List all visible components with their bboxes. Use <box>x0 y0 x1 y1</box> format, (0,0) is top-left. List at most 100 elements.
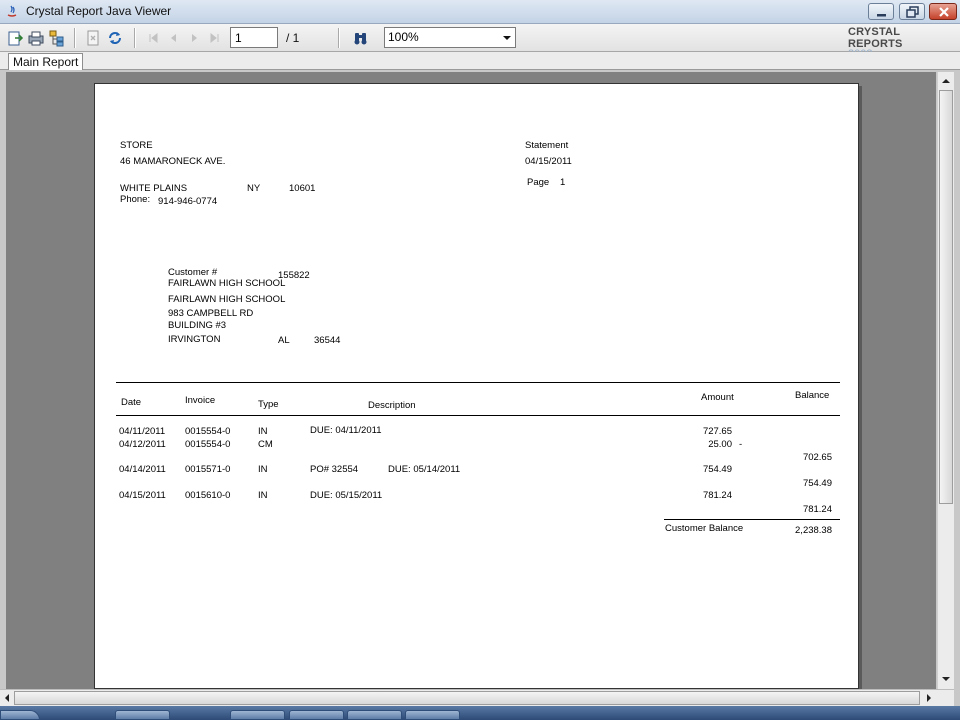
row-1-description: DUE: 04/11/2011 <box>310 425 382 436</box>
horizontal-scrollbar[interactable] <box>0 689 954 706</box>
table-header-rule <box>116 415 840 416</box>
scroll-left-icon[interactable] <box>0 691 14 705</box>
statement-title: Statement <box>525 140 569 151</box>
store-address: 46 MAMARONECK AVE. <box>120 156 226 167</box>
vertical-scroll-thumb[interactable] <box>939 90 953 504</box>
store-state: NY <box>247 183 261 194</box>
row-1-amount: 727.65 <box>702 426 732 437</box>
last-page-icon[interactable] <box>205 29 223 47</box>
close-button[interactable] <box>929 3 957 20</box>
customer-balance-total: 2,238.38 <box>795 525 832 536</box>
row-4-amount: 781.24 <box>702 490 732 501</box>
previous-page-icon[interactable] <box>165 29 183 47</box>
export-icon[interactable] <box>6 29 24 47</box>
close-view-icon[interactable] <box>84 29 102 47</box>
close-icon <box>939 7 949 17</box>
zoom-value: 100% <box>388 30 419 44</box>
binoculars-icon[interactable] <box>352 29 370 47</box>
customer-address-2: BUILDING #3 <box>168 320 227 331</box>
column-header-type: Type <box>258 399 279 410</box>
total-rule <box>664 519 840 520</box>
customer-name-secondary: FAIRLAWN HIGH SCHOOL <box>168 294 286 305</box>
java-icon <box>7 5 17 17</box>
row-2-amount: 25.00 <box>708 439 732 450</box>
taskbar-button[interactable] <box>115 710 170 720</box>
brand-name: CRYSTAL REPORTS <box>848 26 903 50</box>
toolbar-separator <box>338 28 340 48</box>
scroll-right-icon[interactable] <box>922 691 936 705</box>
chevron-down-icon <box>503 36 511 40</box>
scroll-up-icon[interactable] <box>939 74 953 88</box>
customer-zip: 36544 <box>314 335 341 346</box>
os-taskbar <box>0 706 960 720</box>
row-4-balance: 781.24 <box>802 504 832 515</box>
row-3-amount: 754.49 <box>702 464 732 475</box>
refresh-icon[interactable] <box>106 29 124 47</box>
taskbar-button[interactable] <box>405 710 460 720</box>
column-header-description: Description <box>368 400 416 411</box>
minimize-icon <box>877 14 886 17</box>
row-1-date: 04/11/2011 <box>119 426 166 437</box>
row-3-description: DUE: 05/14/2011 <box>388 464 461 475</box>
page-label: Page <box>527 177 550 188</box>
row-4-date: 04/15/2011 <box>119 490 166 501</box>
toolbar-separator <box>74 28 76 48</box>
row-1-type: IN <box>258 426 268 437</box>
row-3-date: 04/14/2011 <box>119 464 166 475</box>
store-phone: 914-946-0774 <box>158 196 218 207</box>
row-4-invoice: 0015610-0 <box>185 490 231 501</box>
toolbar-separator <box>134 28 136 48</box>
customer-number-label: Customer # <box>168 267 218 278</box>
customer-state: AL <box>278 335 290 346</box>
report-viewport[interactable]: STORE 46 MAMARONECK AVE. WHITE PLAINS NY… <box>6 72 936 689</box>
table-top-rule <box>116 382 840 383</box>
restore-icon <box>906 6 919 18</box>
report-page: STORE 46 MAMARONECK AVE. WHITE PLAINS NY… <box>94 83 859 689</box>
row-2-balance: 702.65 <box>802 452 832 463</box>
row-3-balance: 754.49 <box>802 478 832 489</box>
window-title: Crystal Report Java Viewer <box>26 4 172 18</box>
row-2-type: CM <box>258 439 273 450</box>
taskbar-button[interactable] <box>347 710 402 720</box>
row-4-description: DUE: 05/15/2011 <box>310 490 383 501</box>
print-icon[interactable] <box>27 29 45 47</box>
toolbar: / 1 100% <box>0 24 960 52</box>
column-header-amount: Amount <box>701 392 734 403</box>
row-2-credit-sign: - <box>739 439 743 450</box>
row-1-invoice: 0015554-0 <box>185 426 231 437</box>
customer-address-1: 983 CAMPBELL RD <box>168 308 254 319</box>
row-4-type: IN <box>258 490 268 501</box>
column-header-balance: Balance <box>795 390 830 401</box>
taskbar-button[interactable] <box>230 710 285 720</box>
row-3-type: IN <box>258 464 268 475</box>
window-title-bar[interactable]: Crystal Report Java Viewer <box>0 0 960 24</box>
minimize-button[interactable] <box>868 3 894 20</box>
start-button[interactable] <box>0 710 40 720</box>
row-3-po: PO# 32554 <box>310 464 359 475</box>
customer-city: IRVINGTON <box>168 334 221 345</box>
first-page-icon[interactable] <box>145 29 163 47</box>
vertical-scrollbar[interactable] <box>937 72 954 689</box>
tab-strip: Main Report <box>0 52 960 70</box>
store-zip: 10601 <box>289 183 316 194</box>
customer-name: FAIRLAWN HIGH SCHOOL <box>168 278 286 289</box>
next-page-icon[interactable] <box>185 29 203 47</box>
customer-balance-label: Customer Balance <box>665 523 744 534</box>
statement-date: 04/15/2011 <box>525 156 572 167</box>
restore-button[interactable] <box>899 3 925 20</box>
zoom-select[interactable]: 100% <box>384 27 516 48</box>
taskbar-button[interactable] <box>289 710 344 720</box>
row-2-date: 04/12/2011 <box>119 439 166 450</box>
row-2-invoice: 0015554-0 <box>185 439 231 450</box>
horizontal-scroll-thumb[interactable] <box>14 691 920 705</box>
tab-main-report[interactable]: Main Report <box>8 53 84 70</box>
column-header-invoice: Invoice <box>185 395 216 406</box>
page-total: / 1 <box>286 31 300 45</box>
store-phone-label: Phone: <box>120 194 151 205</box>
page-number: 1 <box>560 177 566 188</box>
group-tree-icon[interactable] <box>48 29 66 47</box>
page-number-input[interactable] <box>230 27 278 48</box>
store-city: WHITE PLAINS <box>120 183 188 194</box>
scroll-down-icon[interactable] <box>939 672 953 686</box>
store-name: STORE <box>120 140 153 151</box>
